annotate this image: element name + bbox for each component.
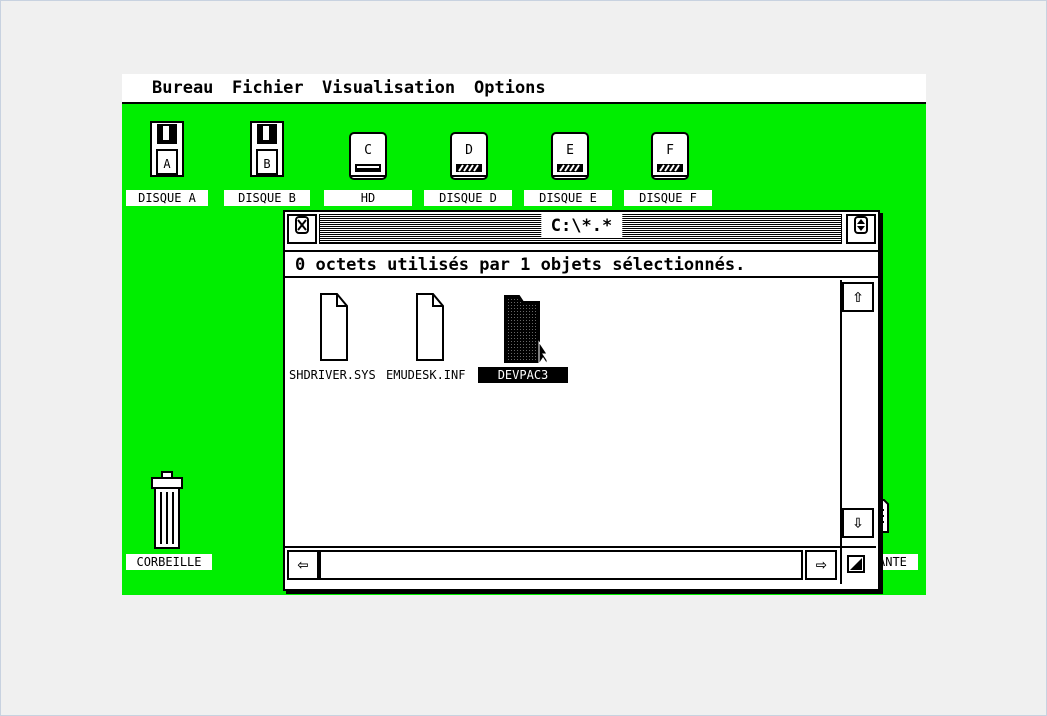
menu-bar: Bureau Fichier Visualisation Options — [122, 74, 926, 104]
menu-bureau[interactable]: Bureau — [152, 78, 213, 98]
window-fullscreen-button[interactable] — [846, 214, 876, 244]
arrow-down-icon: ⇩ — [852, 512, 864, 533]
printer-label: ANTE — [876, 554, 918, 570]
drive-letter: F — [666, 143, 674, 158]
drive-letter: B — [263, 157, 270, 171]
selection-info: 0 octets utilisés par 1 objets sélection… — [285, 252, 878, 278]
file-shdriver-label: SHDRIVER.SYS — [289, 368, 376, 382]
resize-icon — [847, 555, 865, 573]
scroll-right-button[interactable]: ⇨ — [805, 550, 837, 580]
window-resize-button[interactable] — [840, 546, 876, 584]
harddisk-icon: D — [450, 132, 488, 180]
drive-d[interactable]: D — [450, 132, 488, 184]
menu-options[interactable]: Options — [474, 78, 546, 98]
fullscreen-icon — [854, 216, 868, 234]
file-emudesk[interactable] — [415, 292, 445, 366]
drive-d-label: DISQUE D — [424, 190, 512, 206]
window-close-button[interactable] — [287, 214, 317, 244]
drive-letter: E — [566, 143, 574, 158]
drive-b-label: DISQUE B — [224, 190, 310, 206]
folder-devpac3[interactable] — [501, 292, 548, 368]
document-icon — [320, 293, 348, 361]
window-title: C:\*.* — [540, 214, 623, 238]
directory-window: C:\*.* 0 octets utilisés par 1 objets sé… — [283, 210, 880, 591]
drive-f-label: DISQUE F — [624, 190, 712, 206]
scroll-down-button[interactable]: ⇩ — [842, 508, 874, 538]
horizontal-scrollbar[interactable]: ⇦ ⇨ — [285, 546, 840, 584]
file-area[interactable]: SHDRIVER.SYS EMUDESK.INF DEVPAC3 — [285, 280, 840, 546]
harddisk-icon: C — [349, 132, 387, 180]
menu-fichier[interactable]: Fichier — [232, 78, 304, 98]
window-title-bar: C:\*.* — [285, 212, 878, 252]
drive-a-label: DISQUE A — [126, 190, 208, 206]
folder-icon — [504, 295, 548, 366]
drive-c[interactable]: C — [349, 132, 387, 184]
menu-visualisation[interactable]: Visualisation — [322, 78, 455, 98]
floppy-icon: A — [150, 121, 184, 177]
drive-letter: C — [364, 143, 372, 158]
file-shdriver[interactable] — [319, 292, 349, 366]
horizontal-scroll-track[interactable] — [319, 550, 803, 580]
drive-e[interactable]: E — [551, 132, 589, 184]
drive-f[interactable]: F — [651, 132, 689, 184]
trash[interactable] — [150, 470, 184, 554]
drive-letter: A — [163, 157, 171, 171]
floppy-icon: B — [250, 121, 284, 177]
scroll-left-button[interactable]: ⇦ — [287, 550, 319, 580]
vertical-scrollbar[interactable]: ⇧ ⇩ — [840, 280, 876, 546]
arrow-up-icon: ⇧ — [852, 286, 864, 307]
harddisk-icon: F — [651, 132, 689, 180]
drive-a[interactable]: A — [150, 121, 184, 181]
drive-e-label: DISQUE E — [524, 190, 612, 206]
scroll-up-button[interactable]: ⇧ — [842, 282, 874, 312]
arrow-left-icon: ⇦ — [297, 554, 309, 575]
harddisk-icon: E — [551, 132, 589, 180]
drive-b[interactable]: B — [250, 121, 284, 181]
arrow-right-icon: ⇨ — [815, 554, 827, 575]
trash-icon — [151, 471, 183, 549]
vertical-scroll-track[interactable] — [842, 314, 876, 500]
folder-devpac3-label: DEVPAC3 — [478, 367, 568, 383]
drive-letter: D — [465, 143, 473, 158]
close-icon — [295, 216, 309, 234]
drive-c-label: HD — [324, 190, 412, 206]
document-icon — [416, 293, 444, 361]
file-emudesk-label: EMUDESK.INF — [386, 368, 466, 382]
trash-label: CORBEILLE — [126, 554, 212, 570]
